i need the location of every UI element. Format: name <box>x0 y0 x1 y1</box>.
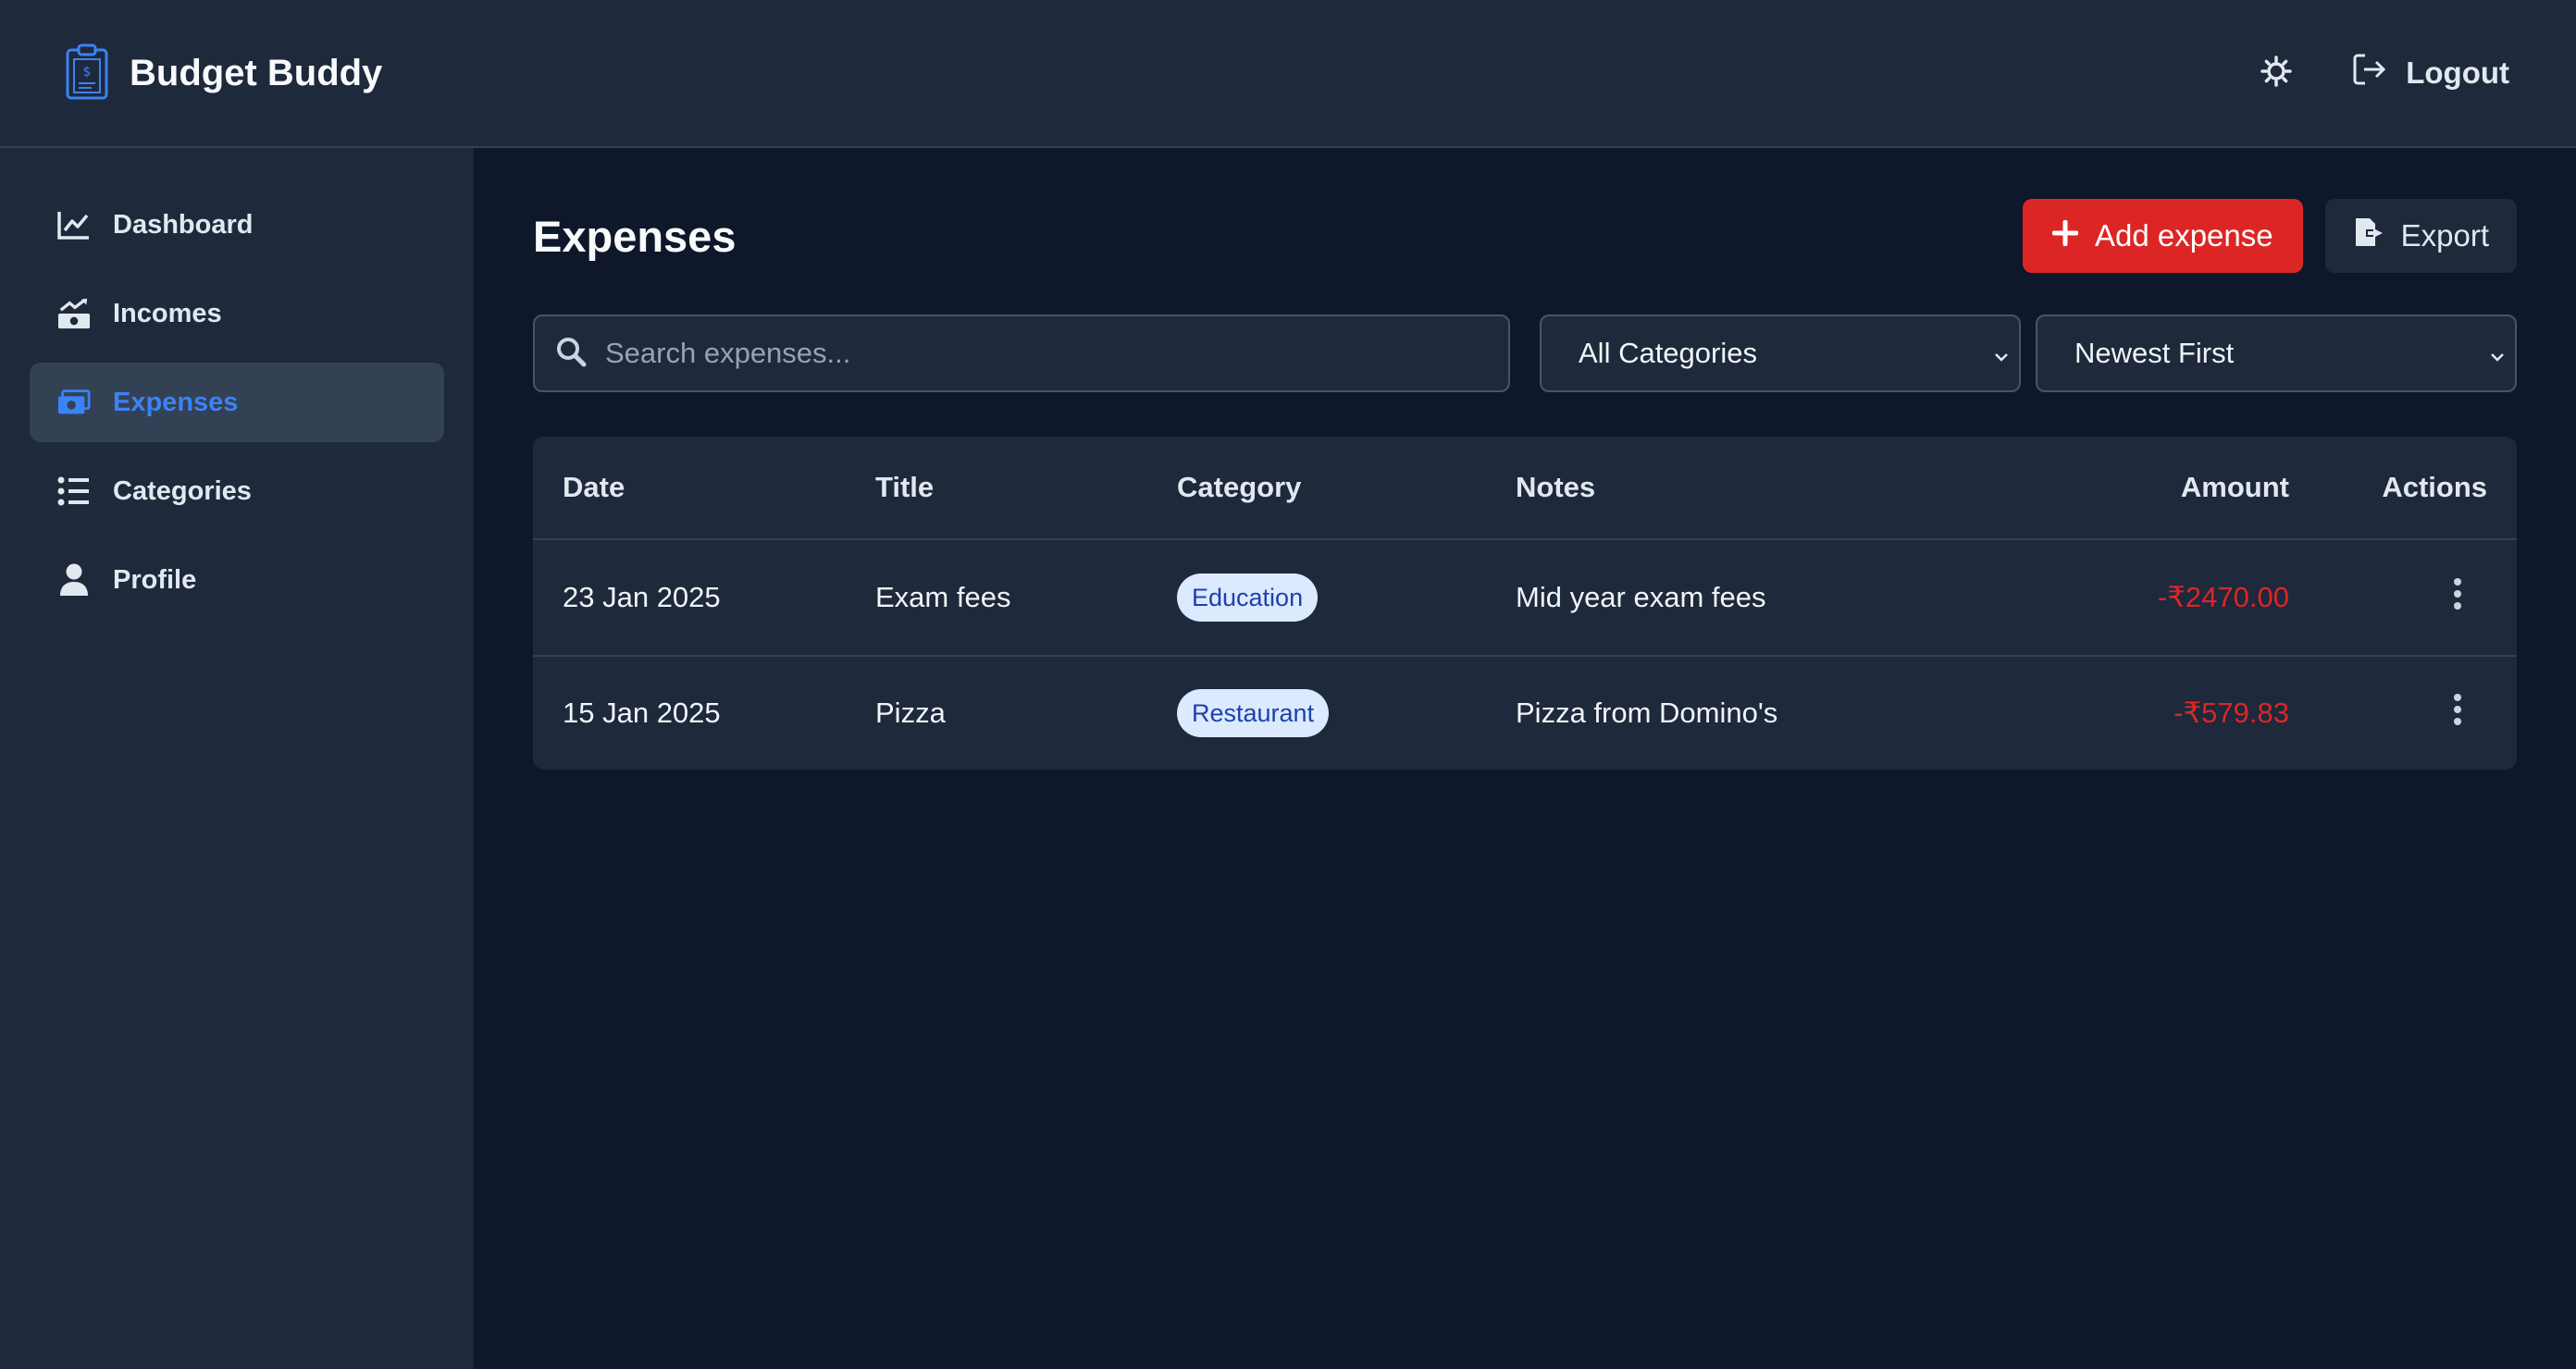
cell-title: Pizza <box>875 697 946 729</box>
logout-button[interactable]: Logout <box>2352 52 2509 94</box>
money-bill-icon <box>57 386 91 419</box>
sidebar-item-label: Incomes <box>113 298 222 328</box>
app-title: Budget Buddy <box>130 52 383 93</box>
sidebar-item-expenses[interactable]: Expenses <box>30 363 444 442</box>
clipboard-dollar-icon: $ <box>65 43 109 105</box>
logout-icon <box>2352 52 2387 94</box>
table-row: 23 Jan 2025 Exam fees Education Mid year… <box>533 540 2517 655</box>
cell-amount: -₹579.83 <box>2174 697 2289 729</box>
add-expense-button[interactable]: Add expense <box>2022 199 2303 273</box>
category-filter-select[interactable]: All Categories <box>1540 314 2021 392</box>
cell-date: 15 Jan 2025 <box>563 697 721 729</box>
kebab-menu-icon <box>2452 693 2463 734</box>
row-actions-button[interactable] <box>2439 577 2476 618</box>
cell-title: Exam fees <box>875 581 1011 613</box>
sidebar-item-dashboard[interactable]: Dashboard <box>30 185 444 265</box>
header-category: Category <box>1177 471 1302 503</box>
sidebar-item-incomes[interactable]: Incomes <box>30 274 444 353</box>
table-header: Date Title Category Notes Amount Actions <box>533 437 2517 540</box>
kebab-menu-icon <box>2452 577 2463 618</box>
user-icon <box>57 563 91 597</box>
sidebar-item-label: Profile <box>113 564 197 595</box>
app-header: $ Budget Buddy Logout <box>0 0 2576 148</box>
header-title: Title <box>875 471 935 503</box>
category-filter-value: All Categories <box>1579 337 1757 369</box>
sidebar-item-label: Expenses <box>113 387 239 417</box>
header-notes: Notes <box>1516 471 1596 503</box>
cell-notes: Mid year exam fees <box>1516 581 1766 613</box>
sidebar-item-label: Categories <box>113 475 252 506</box>
logout-label: Logout <box>2406 56 2509 90</box>
cell-notes: Pizza from Domino's <box>1516 697 1778 729</box>
expenses-table: Date Title Category Notes Amount Actions… <box>533 437 2517 770</box>
list-icon <box>57 475 91 508</box>
money-growth-icon <box>57 297 91 330</box>
header-date: Date <box>563 471 625 503</box>
search-box <box>533 314 1510 392</box>
plus-icon <box>2051 218 2079 253</box>
file-export-icon <box>2353 216 2384 255</box>
chart-line-icon <box>57 208 91 241</box>
header-actions: Actions <box>2382 471 2487 503</box>
svg-text:$: $ <box>83 65 92 80</box>
theme-toggle-button[interactable] <box>2256 53 2297 93</box>
page-title: Expenses <box>533 211 737 261</box>
header-amount: Amount <box>2180 471 2289 503</box>
export-label: Export <box>2400 218 2489 253</box>
search-input[interactable] <box>605 337 1508 370</box>
search-icon <box>555 336 587 372</box>
category-badge: Restaurant <box>1177 689 1330 737</box>
sidebar-item-profile[interactable]: Profile <box>30 540 444 620</box>
cell-amount: -₹2470.00 <box>2157 581 2289 613</box>
sort-select[interactable]: Newest First <box>2036 314 2517 392</box>
row-actions-button[interactable] <box>2439 693 2476 734</box>
table-row: 15 Jan 2025 Pizza Restaurant Pizza from … <box>533 655 2517 770</box>
main-content: Expenses Add expense Export Search expen… <box>533 148 2517 770</box>
sun-icon <box>2260 55 2292 92</box>
sidebar-item-categories[interactable]: Categories <box>30 451 444 531</box>
sidebar-item-label: Dashboard <box>113 209 254 240</box>
export-button[interactable]: Export <box>2324 199 2517 273</box>
add-expense-label: Add expense <box>2094 218 2273 253</box>
category-badge: Education <box>1177 574 1319 622</box>
brand[interactable]: $ Budget Buddy <box>65 43 382 105</box>
chevron-down-icon <box>1993 337 2010 370</box>
chevron-down-icon <box>2489 337 2506 370</box>
sort-value: Newest First <box>2074 337 2235 369</box>
sidebar: Dashboard Incomes Expenses Categories Pr… <box>0 148 474 1369</box>
cell-date: 23 Jan 2025 <box>563 581 721 613</box>
